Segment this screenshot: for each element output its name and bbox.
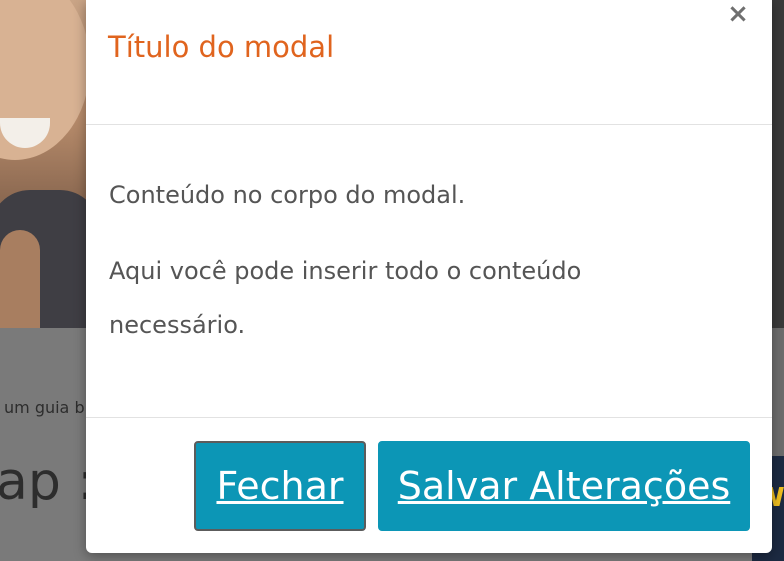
modal-body-text: necessário. [109,311,246,339]
background-photo [0,0,90,328]
modal-header: Título do modal × [86,0,772,125]
modal-body: Conteúdo no corpo do modal. Aqui você po… [86,125,772,418]
modal-body-text: Conteúdo no corpo do modal. [109,181,466,209]
background-text-snippet: um guia b [4,398,85,417]
modal-footer: Fechar Salvar Alterações [86,418,772,554]
modal-title: Título do modal [108,30,335,64]
close-icon[interactable]: × [726,1,750,27]
save-changes-button[interactable]: Salvar Alterações [378,441,750,531]
modal-body-text: Aqui você pode inserir todo o conteúdo [109,257,582,285]
modal-dialog: Título do modal × Conteúdo no corpo do m… [86,0,772,553]
close-button[interactable]: Fechar [194,441,366,531]
background-heading-snippet: ap : [0,456,86,508]
